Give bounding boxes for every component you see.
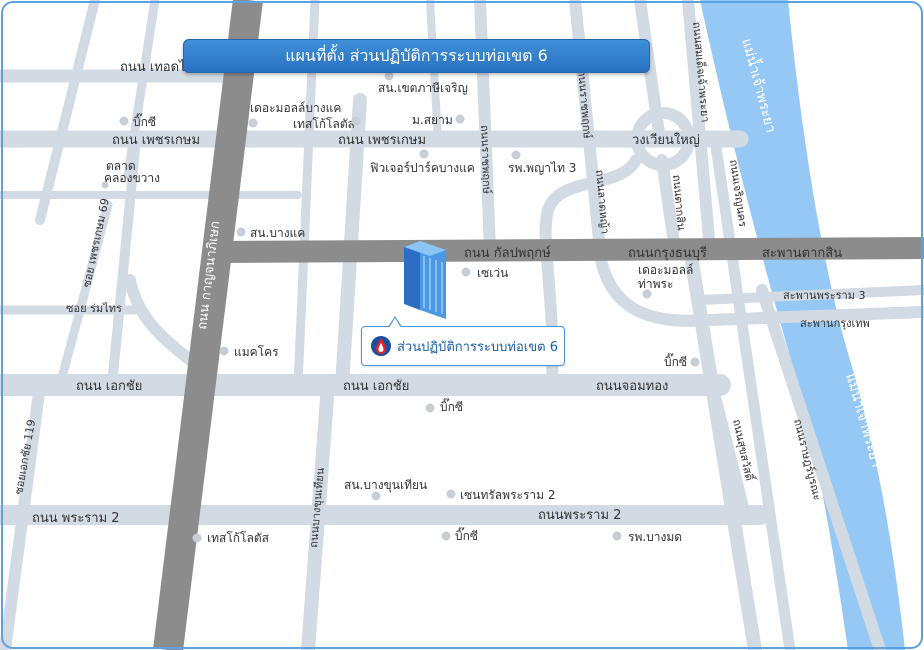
ptt-logo-icon [371, 336, 391, 356]
poi-the-mall-thapra-2: ท่าพระ [638, 277, 673, 291]
poi-dot [419, 149, 429, 159]
road-label-phetkasem-left: ถนน เพชรเกษม [112, 133, 200, 148]
road-label-roundabout: วงเวียนใหญ่ [632, 132, 700, 148]
poi-bigc-4: บิ๊กซี [455, 527, 478, 543]
map-page: ถนน เทอดไท ถนน เพชรเกษม ถนน เพชรเกษม วงเ… [0, 0, 924, 650]
poi-dot [236, 227, 246, 237]
poi-police-bangkhunthian: สน.บางขุนเทียน [344, 478, 427, 493]
poi-talat-2: คลองขวาง [104, 171, 160, 185]
poi-dot [441, 531, 451, 541]
poi-bigc-3: บิ๊กซี [440, 398, 463, 414]
poi-the-mall-bangkhae: เดอะมอลล์บางแค [250, 101, 341, 115]
poi-dot [425, 403, 435, 413]
poi-bigc-2: บิ๊กซี [664, 353, 687, 369]
map-title: แผนที่ตั้ง ส่วนปฏิบัติการระบบท่อเขต 6 [183, 39, 650, 73]
road-label-ekkachai-mid: ถนน เอกชัย [343, 379, 409, 394]
poi-dot [690, 357, 700, 367]
poi-tesco-1: เทสโก้โลตัส [293, 117, 356, 131]
map-canvas: ถนน เทอดไท ถนน เพชรเกษม ถนน เพชรเกษม วงเ… [0, 0, 924, 650]
road-label-rama3-bridge: สะพานพระราม 3 [783, 289, 865, 302]
poi-dot [119, 116, 129, 126]
road-label-chomthong: ถนนจอมทอง [596, 379, 668, 394]
road-label-ekkachai-left: ถนน เอกชัย [76, 379, 142, 394]
poi-seven-eleven: เซเว่น [477, 266, 508, 280]
poi-dot [371, 491, 381, 501]
poi-the-mall-thapra-1: เดอะมอลล์ [638, 263, 693, 277]
road-label-krungthep-bridge: สะพานกรุงเทพ [800, 317, 870, 330]
poi-dot [511, 150, 521, 160]
road-label-soi-romsai: ซอย ร่มไทร [66, 302, 122, 315]
poi-police-bangkhae: สน.บางแค [250, 226, 305, 240]
road-label-krungthonburi: ถนนกรุงธนบุรี [628, 245, 707, 261]
poi-dot [612, 531, 622, 541]
poi-dot [351, 116, 361, 126]
poi-dot [101, 181, 109, 189]
road-label-phetkasem-mid: ถนน เพชรเกษม [338, 133, 426, 148]
poi-dot [248, 118, 258, 128]
poi-bigc-1: บิ๊กซี [133, 113, 156, 129]
poi-tesco-2: เทสโก้โลตัส [207, 531, 270, 545]
poi-dot [461, 267, 471, 277]
callout-pointer-inner [389, 318, 401, 328]
destination-label: ส่วนปฏิบัติการระบบท่อเขต 6 [397, 340, 558, 355]
road-label-taksin-bridge: สะพานตากสิน [762, 246, 842, 261]
poi-dot [192, 533, 202, 543]
poi-dot [219, 346, 229, 356]
poi-bangmod-hospital: รพ.บางมด [628, 530, 682, 544]
poi-dot [455, 114, 465, 124]
poi-phyathai3: รพ.พญาไท 3 [508, 161, 576, 175]
road-label-kanlapaphruek: ถนน กัลปพฤกษ์ [464, 245, 551, 261]
poi-dot [642, 289, 652, 299]
poi-makro: แมคโคร [234, 345, 279, 359]
poi-police-phasi: สน.เขตภาษีเจริญ [378, 81, 468, 95]
road-label-rama2-right: ถนนพระราม 2 [538, 508, 621, 523]
poi-dot [446, 489, 456, 499]
road-label-rama2-left: ถนน พระราม 2 [32, 511, 120, 526]
destination-callout[interactable]: ส่วนปฏิบัติการระบบท่อเขต 6 [361, 326, 565, 366]
poi-central-rama2: เซนทรัลพระราม 2 [460, 488, 556, 502]
poi-siam-univ: ม.สยาม [412, 113, 453, 127]
road-label-ratchaphruek: ถนนราชพฤกษ์ [478, 125, 493, 195]
poi-future-park: ฟิวเจอร์ปาร์คบางแค [370, 161, 475, 175]
